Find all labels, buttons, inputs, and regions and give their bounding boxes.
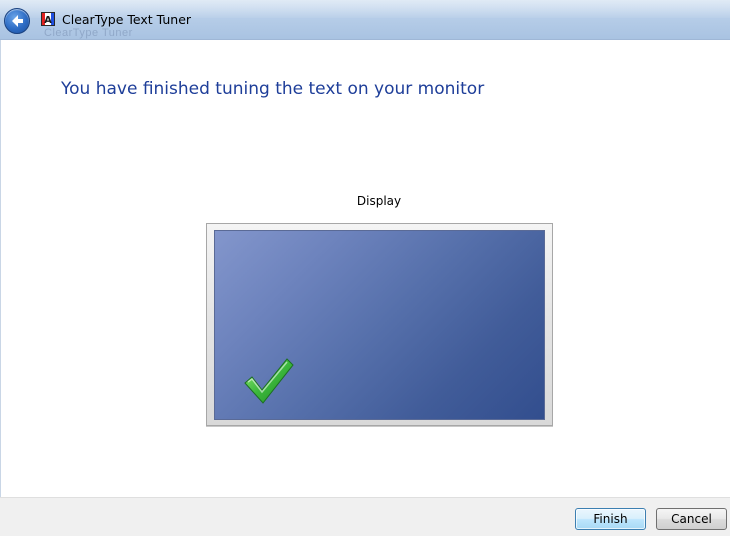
- back-button[interactable]: [4, 8, 30, 34]
- footer-bar: Finish Cancel: [0, 497, 730, 536]
- svg-text:A: A: [44, 15, 52, 26]
- window-left-edge: [0, 40, 1, 497]
- display-label: Display: [356, 194, 402, 208]
- cancel-button[interactable]: Cancel: [656, 508, 727, 530]
- title-bar: ClearType Tuner A ClearType Text Tuner: [0, 0, 730, 40]
- page-heading: You have finished tuning the text on you…: [61, 79, 485, 99]
- checkmark-icon: [244, 358, 294, 404]
- window-title: ClearType Text Tuner: [62, 12, 192, 27]
- cleartype-app-icon: A: [41, 12, 55, 26]
- back-arrow-icon: [12, 15, 23, 27]
- monitor-frame: [206, 223, 553, 426]
- monitor-screen: [214, 230, 545, 420]
- title-bar-ghost-text: ClearType Tuner: [44, 27, 133, 39]
- finish-button[interactable]: Finish: [575, 508, 646, 530]
